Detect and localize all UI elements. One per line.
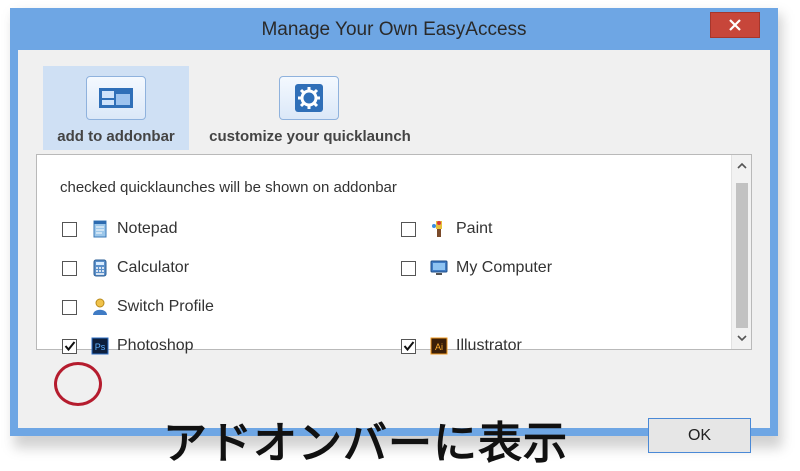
add-to-addonbar-tab[interactable]: add to addonbar [43,66,189,150]
item-label: Paint [456,220,493,237]
svg-text:Ai: Ai [435,342,443,352]
item-label: Illustrator [456,337,522,354]
customize-quicklaunch-label: customize your quicklaunch [209,128,411,145]
gear-icon [279,76,339,120]
list-item-my-computer: My Computer [401,256,552,280]
highlight-circle-annotation [54,362,102,406]
calculator-checkbox[interactable] [62,260,77,276]
close-button[interactable] [710,12,760,38]
scrollbar-thumb[interactable] [736,183,748,328]
item-label: My Computer [456,259,553,276]
photoshop-checkbox[interactable] [62,338,77,354]
item-label: Notepad [117,220,178,237]
list-item-paint: Paint [401,217,492,241]
window-title: Manage Your Own EasyAccess [261,19,527,40]
item-label: Calculator [117,259,190,276]
quicklaunch-list-panel: checked quicklaunches will be shown on a… [36,154,752,355]
list-item-illustrator: Ai Illustrator [401,334,522,358]
window-layout-icon [86,76,146,120]
scroll-down-icon[interactable] [734,330,750,346]
annotation-caption: アドオンバーに表示 [163,419,568,468]
list-item-photoshop: Ps Photoshop [62,334,194,358]
switch-profile-checkbox[interactable] [62,299,77,315]
illustrator-checkbox[interactable] [401,338,416,354]
item-label: Photoshop [117,337,194,354]
list-item-switch-profile: Switch Profile [62,295,214,319]
my-computer-checkbox[interactable] [401,260,416,276]
toolbar: add to addonbar customize your quicklaun… [18,50,770,154]
title-bar: Manage Your Own EasyAccess [10,8,778,50]
dialog-client-area: add to addonbar customize your quicklaun… [18,50,770,468]
ok-button[interactable]: OK [648,418,751,453]
user-profile-icon [93,298,107,315]
notepad-checkbox[interactable] [62,221,77,237]
svg-text:Ps: Ps [95,342,106,352]
item-label: Switch Profile [117,298,214,315]
photoshop-icon: Ps [91,337,109,355]
dialog-window: Manage Your Own EasyAccess add to addonb… [10,8,778,468]
checkmark-icon [64,341,75,352]
panel-instruction: checked quicklaunches will be shown on a… [60,179,397,196]
vertical-scrollbar[interactable] [731,155,751,349]
paint-icon [432,221,442,237]
list-item-notepad: Notepad [62,217,178,241]
calculator-icon [93,259,107,277]
illustrator-icon: Ai [430,337,448,355]
paint-checkbox[interactable] [401,221,416,237]
scroll-up-icon[interactable] [734,158,750,174]
list-item-calculator: Calculator [62,256,189,280]
checkmark-icon [403,341,414,352]
add-to-addonbar-label: add to addonbar [57,128,175,145]
notepad-icon [93,220,107,238]
close-icon [729,19,741,31]
customize-quicklaunch-tab[interactable]: customize your quicklaunch [201,66,419,150]
computer-icon [430,260,448,275]
